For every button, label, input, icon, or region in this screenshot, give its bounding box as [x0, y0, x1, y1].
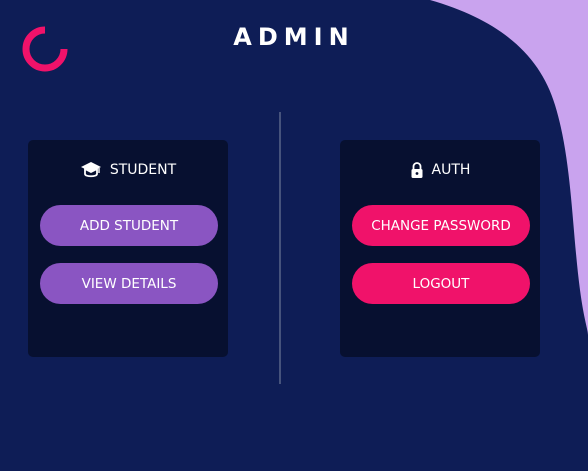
student-card-title: STUDENT	[109, 162, 177, 178]
padlock-icon	[410, 161, 424, 179]
vertical-divider	[279, 112, 281, 384]
auth-card-title: AUTH	[431, 162, 471, 178]
student-card: STUDENT ADD STUDENT VIEW DETAILS	[28, 140, 228, 357]
add-student-button[interactable]: ADD STUDENT	[40, 205, 218, 246]
student-card-header: STUDENT	[28, 159, 228, 181]
change-password-button[interactable]: CHANGE PASSWORD	[352, 205, 530, 246]
view-details-button[interactable]: VIEW DETAILS	[40, 263, 218, 304]
logout-button[interactable]: LOGOUT	[352, 263, 530, 304]
page-title: ADMIN	[233, 23, 355, 51]
auth-card: AUTH CHANGE PASSWORD LOGOUT	[340, 140, 540, 357]
auth-card-header: AUTH	[340, 159, 540, 181]
graduation-cap-icon	[80, 160, 102, 180]
